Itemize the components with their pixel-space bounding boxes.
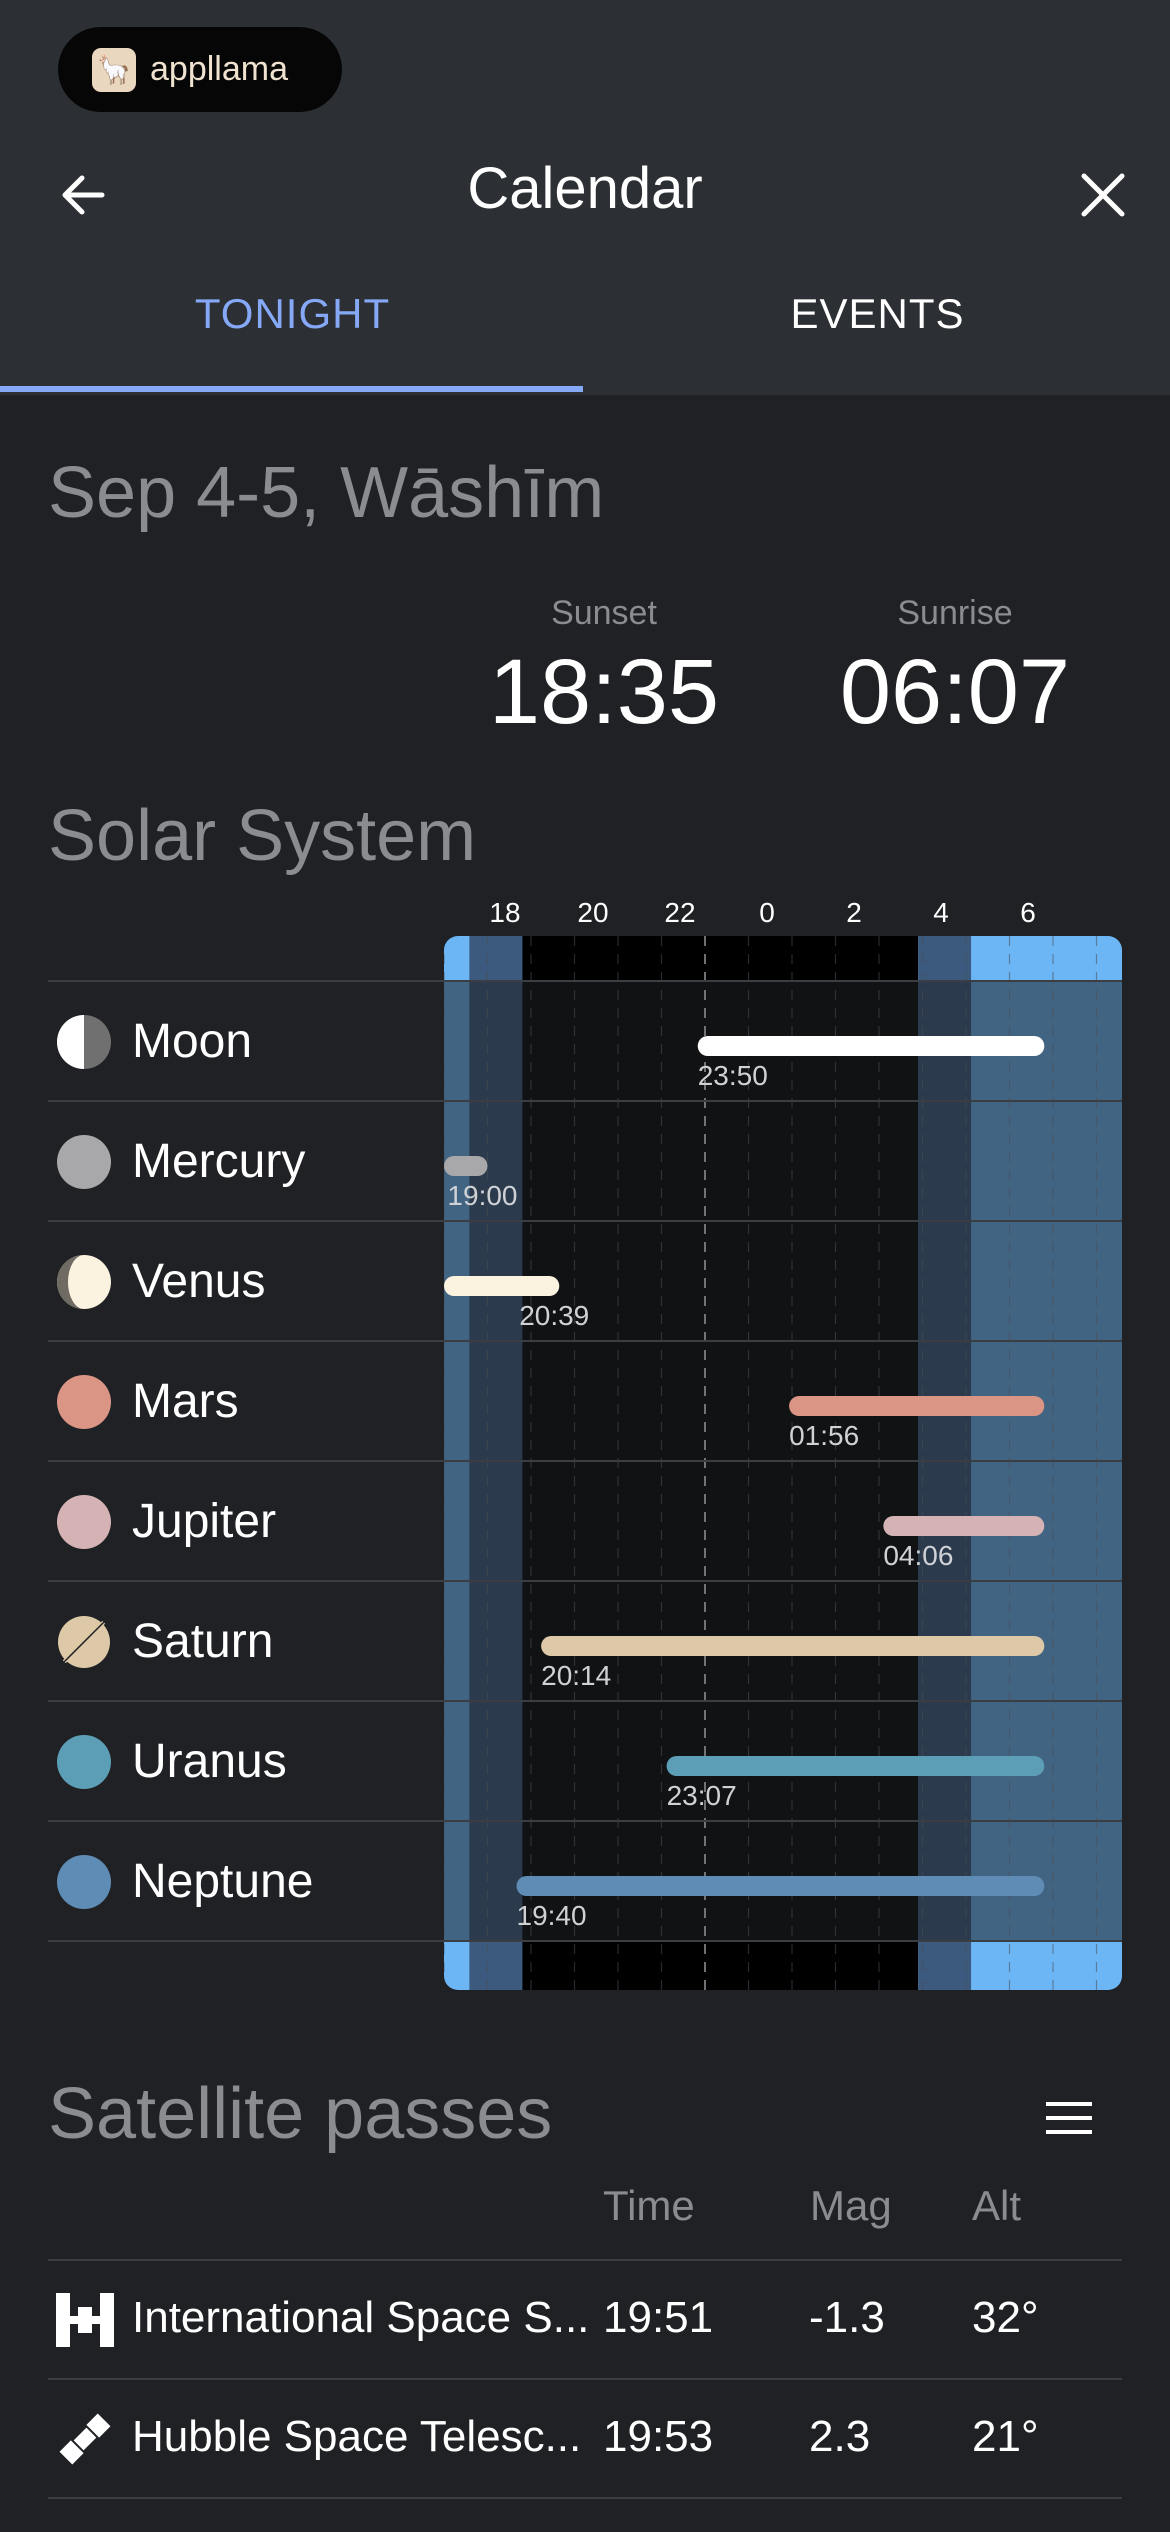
row-divider [48,2497,1122,2499]
column-header-mag[interactable]: Mag [810,2182,892,2230]
visibility-bar-saturn [541,1636,1045,1656]
tick-label: 22 [664,897,696,928]
tick-label: 18 [489,897,521,928]
jupiter-icon [57,1495,111,1549]
satellite-name: International Space S... [132,2293,590,2342]
body-name-mars[interactable]: Mars [132,1374,239,1429]
bar-time-label: 20:14 [541,1660,612,1691]
moon-icon [57,1015,111,1069]
satellite-icon [59,2413,111,2465]
visibility-bar-neptune [516,1876,1045,1896]
tick-label: 6 [1020,897,1036,928]
date-title: Sep 4-5, Wāshīm [48,453,605,533]
satellite-time: 19:53 [603,2412,714,2461]
sunset-label: Sunset [551,594,657,632]
filter-menu-button[interactable] [1044,2098,1104,2148]
page-title: Calendar [467,156,703,221]
visibility-bar-venus [444,1276,560,1296]
llama-icon: 🦙 [92,47,136,92]
body-name-saturn[interactable]: Saturn [132,1614,273,1669]
mercury-icon [57,1135,111,1189]
bar-time-label: 20:39 [519,1300,590,1331]
visibility-bar-mars [789,1396,1045,1416]
close-button[interactable] [1058,150,1148,240]
visibility-bar-jupiter [883,1516,1045,1536]
badge-text: appllama [150,50,288,88]
sunset-time: 18:35 [488,641,720,743]
satellite-mag: -1.3 [809,2293,885,2342]
bar-time-label: 01:56 [789,1420,860,1451]
bar-time-label: 23:50 [697,1060,768,1091]
neptune-icon [57,1855,111,1909]
space-station-icon [56,2293,114,2347]
bar-time-label: 19:00 [447,1180,518,1211]
satellite-mag: 2.3 [809,2412,871,2461]
visibility-bar-mercury [444,1156,488,1176]
app-badge: 🦙 appllama [58,27,342,112]
saturn-icon [56,1614,112,1670]
row-divider [48,1700,1122,1702]
bar-time-label: 23:07 [666,1780,737,1811]
body-name-mercury[interactable]: Mercury [132,1134,305,1189]
body-name-moon[interactable]: Moon [132,1014,252,1069]
sunrise-time: 06:07 [839,641,1071,743]
bar-time-label: 19:40 [516,1900,587,1931]
close-icon [1081,173,1125,217]
satellite-name: Hubble Space Telesc... [132,2412,582,2461]
satellite-alt: 21° [972,2412,1039,2461]
solar-system-title: Solar System [48,796,477,876]
bar-time-label: 04:06 [883,1540,954,1571]
tick-label: 0 [759,897,775,928]
active-tab-indicator [0,386,583,392]
visibility-timeline [444,936,1122,1990]
row-divider [48,1340,1122,1342]
body-name-venus[interactable]: Venus [132,1254,265,1309]
tab-tonight[interactable]: TONIGHT [0,290,585,338]
body-name-jupiter[interactable]: Jupiter [132,1494,276,1549]
table-row[interactable]: International Space S... 19:51 -1.3 32° [48,2261,1122,2379]
uranus-icon [57,1735,111,1789]
body-name-neptune[interactable]: Neptune [132,1854,313,1909]
mars-icon [57,1375,111,1429]
menu-icon [1046,2102,1092,2134]
visibility-bar-moon [697,1036,1045,1056]
venus-icon [57,1255,111,1309]
sunrise-label: Sunrise [897,594,1013,632]
visibility-bar-uranus [666,1756,1045,1776]
row-divider [48,1940,1122,1942]
table-row[interactable]: Hubble Space Telesc... 19:53 2.3 21° [48,2380,1122,2498]
tick-label: 2 [846,897,862,928]
row-divider [48,1460,1122,1462]
column-header-alt[interactable]: Alt [972,2182,1021,2230]
row-divider [48,1580,1122,1582]
tab-events[interactable]: EVENTS [585,290,1170,338]
satellite-passes-title: Satellite passes [48,2074,553,2154]
row-divider [48,1100,1122,1102]
body-name-uranus[interactable]: Uranus [132,1734,287,1789]
row-divider [48,980,1122,982]
column-header-time[interactable]: Time [603,2182,695,2230]
row-divider [48,1220,1122,1222]
row-divider [48,1820,1122,1822]
satellite-time: 19:51 [603,2293,714,2342]
tick-label: 4 [933,897,949,928]
tick-label: 20 [577,897,609,928]
satellite-alt: 32° [972,2293,1039,2342]
